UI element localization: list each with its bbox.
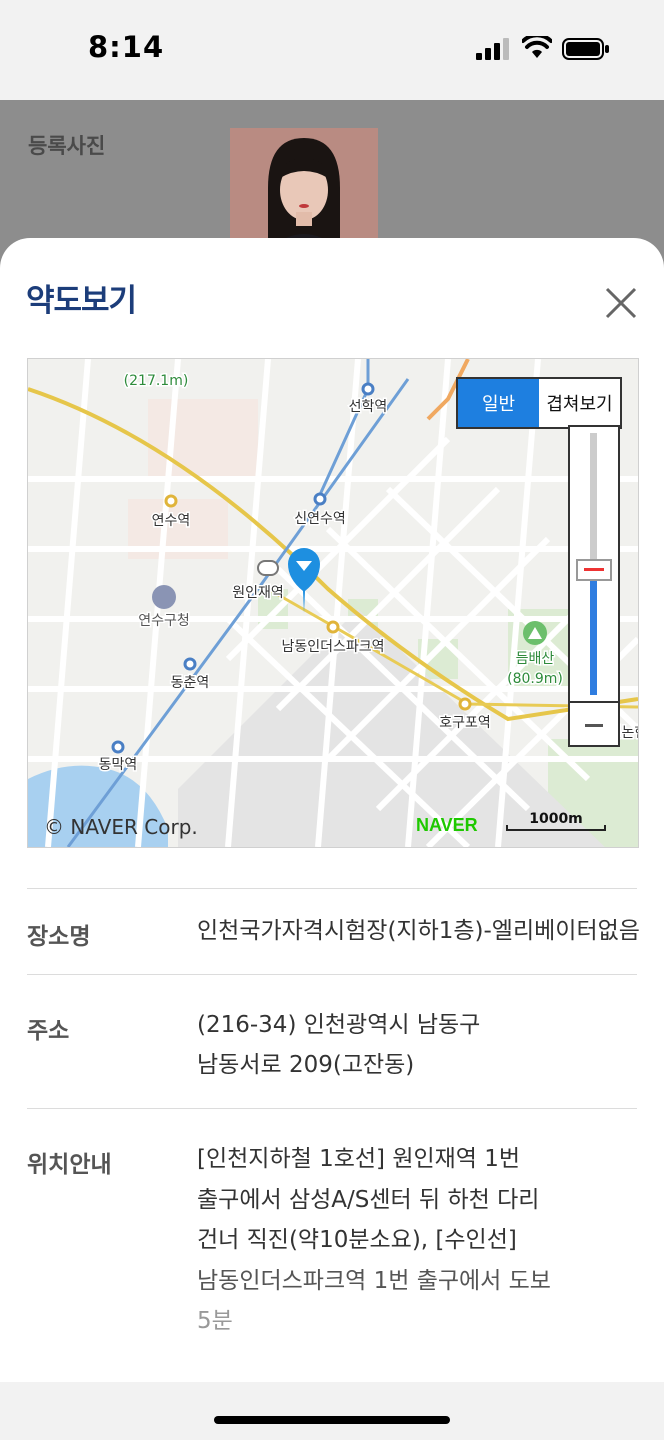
map-mode-toggle: 일반 겹쳐보기 [456, 377, 622, 429]
sheet-title: 약도보기 [26, 283, 137, 314]
minus-icon [585, 723, 603, 727]
map-label-dongmak: 동막역 [99, 757, 138, 773]
zoom-level-fill [590, 573, 597, 695]
map-label-sinyeonsu: 신연수역 [294, 511, 346, 527]
map-scale-bar [506, 825, 606, 831]
address-line: (216-34) 인천광역시 남동구 [197, 1012, 481, 1038]
map-scale: 1000m [506, 811, 606, 831]
map-label-top-height: (217.1m) [124, 373, 189, 389]
cellular-signal-icon [476, 38, 509, 60]
place-value: 인천국가자격시험장(지하1층)-엘리베이터없음 [197, 918, 640, 944]
map-label-wonin: 원인재역 [232, 585, 284, 601]
map-label-deumbaesan-height: (80.9m) [507, 671, 563, 687]
guide-line: [인천지하철 1호선] 원인재역 1번 [197, 1146, 521, 1172]
map-label-yeonsu-office: 연수구청 [138, 613, 190, 629]
status-bar: 8:14 [0, 0, 664, 100]
wifi-icon [522, 36, 552, 58]
guide-line: 출구에서 삼성A/S센터 뒤 하천 다리 [197, 1186, 540, 1213]
map-label-deumbaesan: 듬배산 [516, 651, 555, 667]
map-label-hogupo: 호구포역 [439, 715, 491, 731]
address-label: 주소 [27, 1018, 70, 1044]
status-time: 8:14 [88, 30, 165, 64]
battery-icon [562, 38, 609, 60]
map-label-dongchun: 동춘역 [171, 675, 210, 691]
map-bottom-sheet: 약도보기 선학역 연수역 신연수역 원인재역 남동인더스파크역 동춘역 동막역 … [0, 238, 664, 1440]
map-label-seonhak: 선학역 [349, 399, 388, 415]
address-row: 주소 (216-34) 인천광역시 남동구 남동서로 209(고잔동) [27, 974, 637, 1109]
guide-line: 건너 직진(약10분소요), [수인선] [197, 1227, 517, 1253]
guide-line: 남동인더스파크역 1번 출구에서 도보 [197, 1267, 551, 1294]
map-label-yeonsu: 연수역 [152, 513, 191, 529]
map-label-namdong-indus: 남동인더스파크역 [281, 639, 384, 655]
map-mode-normal-button[interactable]: 일반 [458, 379, 539, 427]
place-row: 장소명 인천국가자격시험장(지하1층)-엘리베이터없음 [27, 888, 640, 975]
close-icon[interactable] [604, 286, 638, 320]
guide-value: [인천지하철 1호선] 원인재역 1번 출구에서 삼성A/S센터 뒤 하천 다리… [197, 1139, 551, 1342]
home-indicator-area [0, 1382, 664, 1440]
zoom-control [568, 425, 620, 747]
map-copyright: © NAVER Corp. [44, 815, 198, 839]
guide-label: 위치안내 [27, 1152, 112, 1178]
registered-photo-label: 등록사진 [28, 134, 106, 158]
guide-line: 5분 [197, 1308, 233, 1334]
map-view[interactable]: 선학역 연수역 신연수역 원인재역 남동인더스파크역 동춘역 동막역 호구포역 … [27, 358, 639, 848]
zoom-out-button[interactable] [570, 701, 618, 747]
address-value: (216-34) 인천광역시 남동구 남동서로 209(고잔동) [197, 1005, 480, 1085]
zoom-slider-handle[interactable] [576, 559, 612, 581]
home-indicator[interactable] [214, 1416, 450, 1424]
guide-row: 위치안내 [인천지하철 1호선] 원인재역 1번 출구에서 삼성A/S센터 뒤 … [27, 1108, 637, 1369]
address-line: 남동서로 209(고잔동) [197, 1052, 415, 1078]
registered-photo [230, 128, 378, 248]
map-canvas: 선학역 연수역 신연수역 원인재역 남동인더스파크역 동춘역 동막역 호구포역 … [28, 359, 638, 847]
place-label: 장소명 [27, 924, 91, 950]
map-mode-overlay-button[interactable]: 겹쳐보기 [539, 379, 620, 427]
naver-logo: NAVER [416, 815, 478, 835]
